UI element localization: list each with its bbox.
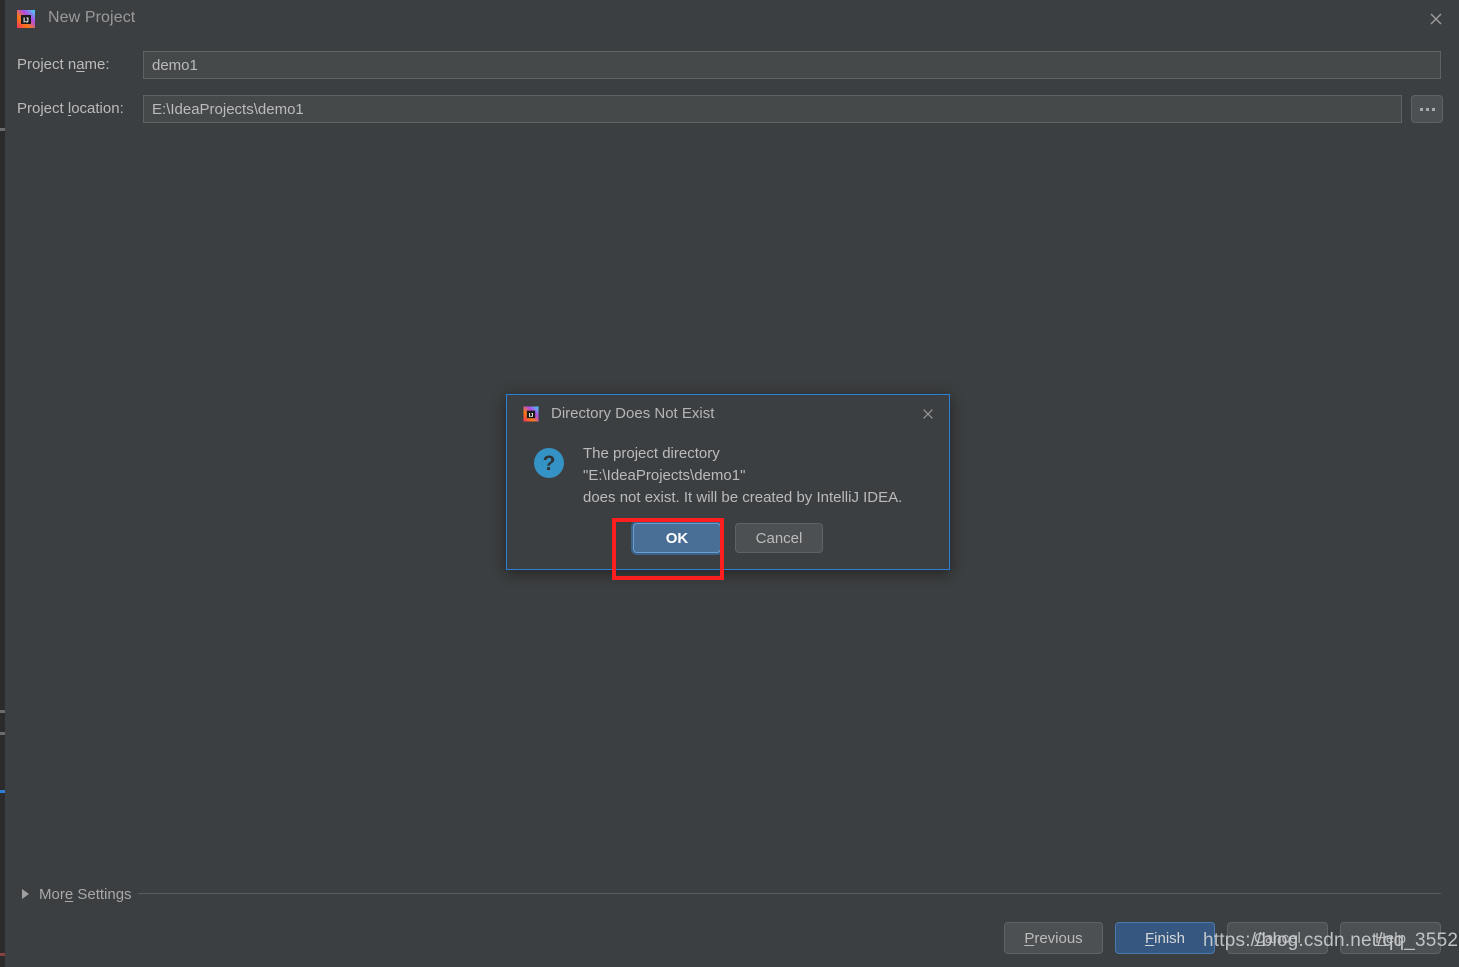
edge-fleck <box>0 953 5 956</box>
dialog-close-button[interactable] <box>915 402 941 426</box>
finish-button[interactable]: Finish <box>1115 922 1215 954</box>
project-name-value: demo1 <box>152 56 198 74</box>
project-location-value: E:\IdeaProjects\demo1 <box>152 100 304 118</box>
button-mnemonic: C <box>1254 929 1265 947</box>
edge-fleck <box>0 128 5 131</box>
button-label: revious <box>1034 929 1083 947</box>
ellipsis-icon <box>1419 107 1435 111</box>
dialog-cancel-button[interactable]: Cancel <box>735 523 823 553</box>
close-icon <box>923 409 933 419</box>
background-window-edge <box>0 0 5 967</box>
help-button[interactable]: Help <box>1340 922 1441 954</box>
edge-fleck <box>0 710 5 713</box>
label-mnemonic: a <box>76 56 85 73</box>
label-text-part: Project n <box>17 56 77 73</box>
svg-text:?: ? <box>543 452 556 475</box>
window-titlebar: IJ New Project <box>5 0 1459 38</box>
dialog-titlebar: IJ Directory Does Not Exist <box>507 395 949 433</box>
chevron-right-icon <box>22 889 29 899</box>
label-text-part: ocation: <box>71 100 124 117</box>
button-label: ancel <box>1264 929 1301 947</box>
project-name-input[interactable]: demo1 <box>143 51 1441 79</box>
intellij-idea-icon: IJ <box>521 404 541 424</box>
label-text-part: me: <box>84 56 110 73</box>
clipped-text <box>15 958 19 967</box>
window-title: New Project <box>48 9 136 26</box>
close-icon <box>1430 13 1442 25</box>
project-location-label: Project location: <box>17 100 124 117</box>
dialog-title: Directory Does Not Exist <box>551 405 715 422</box>
browse-location-button[interactable] <box>1411 95 1443 123</box>
label-text-part: Project <box>17 100 68 117</box>
more-settings-toggle[interactable]: More Settings <box>22 884 132 904</box>
previous-button[interactable]: Previous <box>1004 922 1103 954</box>
dialog-message-line-2: "E:\IdeaProjects\demo1" <box>583 467 746 484</box>
edge-fleck <box>0 790 5 793</box>
button-label: elp <box>1385 929 1406 947</box>
more-settings-separator <box>138 893 1441 894</box>
label-mnemonic: e <box>64 885 74 903</box>
dialog-message-line-1: The project directory <box>583 445 720 462</box>
button-mnemonic: P <box>1024 929 1035 947</box>
ok-button[interactable]: OK <box>633 523 721 553</box>
dialog-button-row: OK Cancel <box>507 523 949 553</box>
project-location-input[interactable]: E:\IdeaProjects\demo1 <box>143 95 1402 123</box>
dialog-message: The project directory "E:\IdeaProjects\d… <box>583 443 933 509</box>
project-name-label: Project name: <box>17 56 110 73</box>
dialog-message-line-3: does not exist. It will be created by In… <box>583 489 903 506</box>
window-close-button[interactable] <box>1413 0 1459 38</box>
directory-does-not-exist-dialog: IJ Directory Does Not Exist ? The projec… <box>506 394 950 570</box>
svg-text:IJ: IJ <box>529 413 534 419</box>
intellij-idea-icon: IJ <box>14 7 38 31</box>
question-mark-icon: ? <box>531 445 567 481</box>
button-label: inish <box>1154 929 1186 947</box>
clipped-bottom-row <box>5 958 1459 967</box>
cancel-button[interactable]: Cancel <box>1227 922 1328 954</box>
svg-text:IJ: IJ <box>23 17 29 24</box>
edge-fleck <box>0 732 5 735</box>
button-mnemonic: F <box>1144 929 1155 947</box>
button-mnemonic: H <box>1375 929 1386 947</box>
more-settings-label: More Settings <box>39 885 132 903</box>
new-project-window: IJ New Project Project name: demo1 Proje… <box>0 0 1459 967</box>
